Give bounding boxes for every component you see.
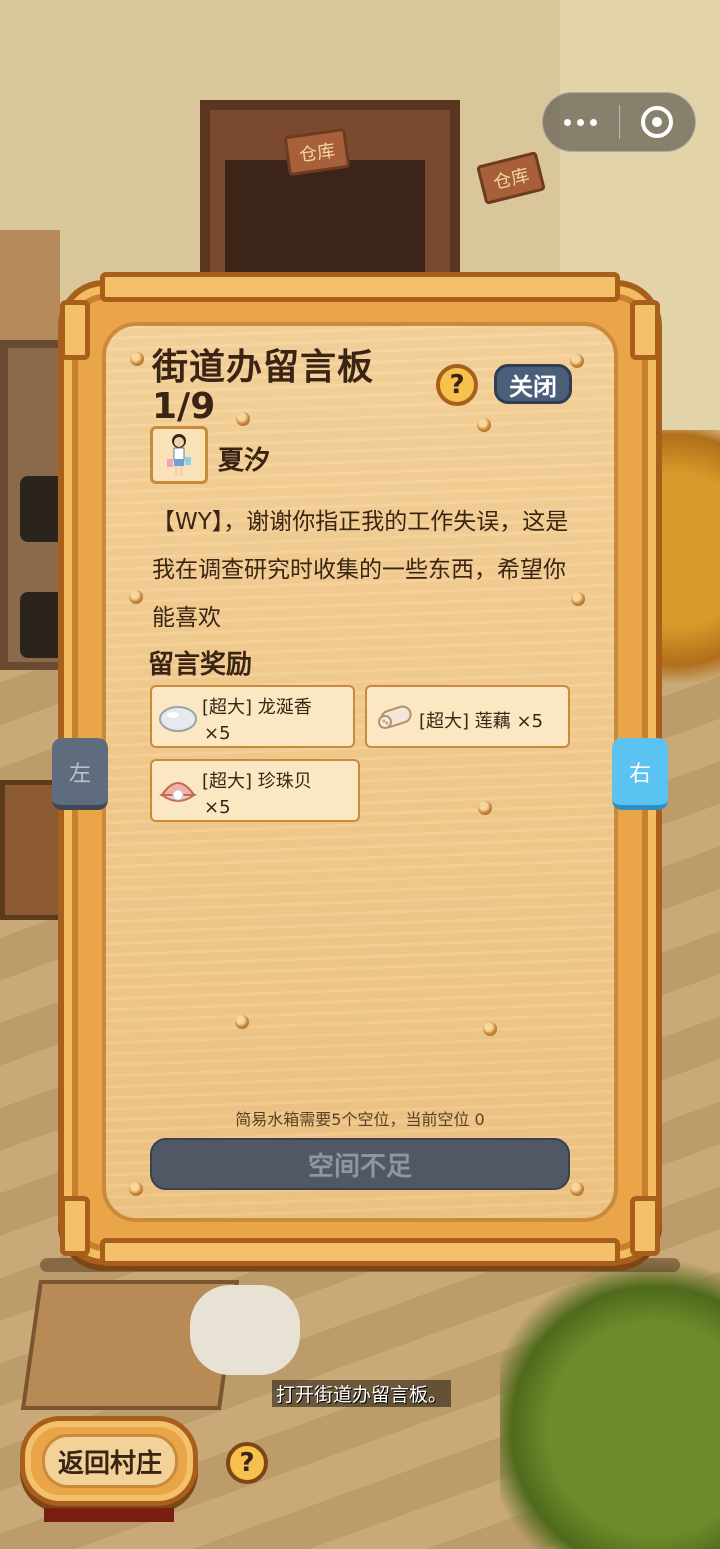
frame-corner-cap bbox=[630, 1196, 660, 1256]
sack bbox=[190, 1285, 300, 1375]
frame-top-bar bbox=[100, 272, 620, 302]
nail-icon bbox=[570, 1182, 584, 1196]
more-dots-icon bbox=[564, 118, 572, 126]
frame-corner-cap bbox=[60, 1196, 90, 1256]
lotus-root-icon bbox=[378, 705, 412, 729]
rewards-heading: 留言奖励 bbox=[148, 650, 253, 680]
frame-corner-cap bbox=[630, 300, 660, 360]
ambergris-icon bbox=[159, 706, 197, 732]
storage-requirement-note: 简易水箱需要5个空位，当前空位 0 bbox=[235, 1110, 485, 1129]
hint-caption: 打开街道办留言板。 bbox=[272, 1380, 452, 1407]
claim-button-disabled[interactable]: 空间不足 bbox=[150, 1138, 570, 1190]
reward-item-lotus-root[interactable]: [超大] 莲藕 ×5 bbox=[365, 685, 570, 748]
warehouse-sign: 仓库 bbox=[283, 127, 351, 177]
board-help-button[interactable]: ? bbox=[436, 364, 478, 406]
nail-icon bbox=[570, 354, 584, 368]
reward-name-with-quantity: [超大] 莲藕 ×5 bbox=[419, 711, 544, 732]
girl-character-icon bbox=[167, 434, 191, 476]
nail-icon bbox=[130, 352, 144, 366]
sender-name: 夏汐 bbox=[218, 446, 271, 476]
close-button[interactable]: 关闭 bbox=[494, 364, 572, 404]
nail-icon bbox=[235, 1015, 249, 1029]
sender-avatar bbox=[150, 426, 208, 484]
reward-item-pearl-shell[interactable]: [超大] 珍珠贝 ×5 bbox=[150, 759, 360, 822]
reward-name: [超大] 珍珠贝 bbox=[202, 771, 312, 792]
help-button[interactable]: ? bbox=[226, 1442, 268, 1484]
nail-icon bbox=[477, 418, 491, 432]
nail-icon bbox=[129, 590, 143, 604]
green-bush bbox=[500, 1249, 720, 1549]
page-indicator: 1/9 bbox=[152, 386, 216, 427]
reward-quantity: ×5 bbox=[204, 797, 231, 818]
target-circle-icon bbox=[641, 106, 674, 138]
reward-name: [超大] 龙涎香 bbox=[202, 697, 312, 718]
frame-bottom-bar bbox=[100, 1238, 620, 1266]
exit-miniprogram-button[interactable] bbox=[620, 93, 696, 151]
miniprogram-capsule bbox=[542, 92, 696, 152]
reward-item-ambergris[interactable]: [超大] 龙涎香 ×5 bbox=[150, 685, 355, 748]
message-text: 【WY】，谢谢你指正我的工作失误，这是我在调查研究时收集的一些东西，希望你能喜欢 bbox=[152, 509, 569, 631]
nail-icon bbox=[236, 412, 250, 426]
nail-icon bbox=[571, 592, 585, 606]
return-village-label[interactable]: 返回村庄 bbox=[42, 1434, 178, 1488]
frame-corner-cap bbox=[60, 300, 90, 360]
return-button-base bbox=[44, 1508, 174, 1522]
nail-icon bbox=[129, 1182, 143, 1196]
next-page-button[interactable]: 右 bbox=[612, 738, 668, 810]
previous-page-button[interactable]: 左 bbox=[52, 738, 108, 810]
nail-icon bbox=[478, 801, 492, 815]
more-options-button[interactable] bbox=[543, 93, 619, 151]
nail-icon bbox=[483, 1022, 497, 1036]
pearl-shell-icon bbox=[158, 782, 198, 802]
reward-quantity: ×5 bbox=[204, 723, 231, 744]
board-title: 街道办留言板 bbox=[152, 347, 375, 388]
